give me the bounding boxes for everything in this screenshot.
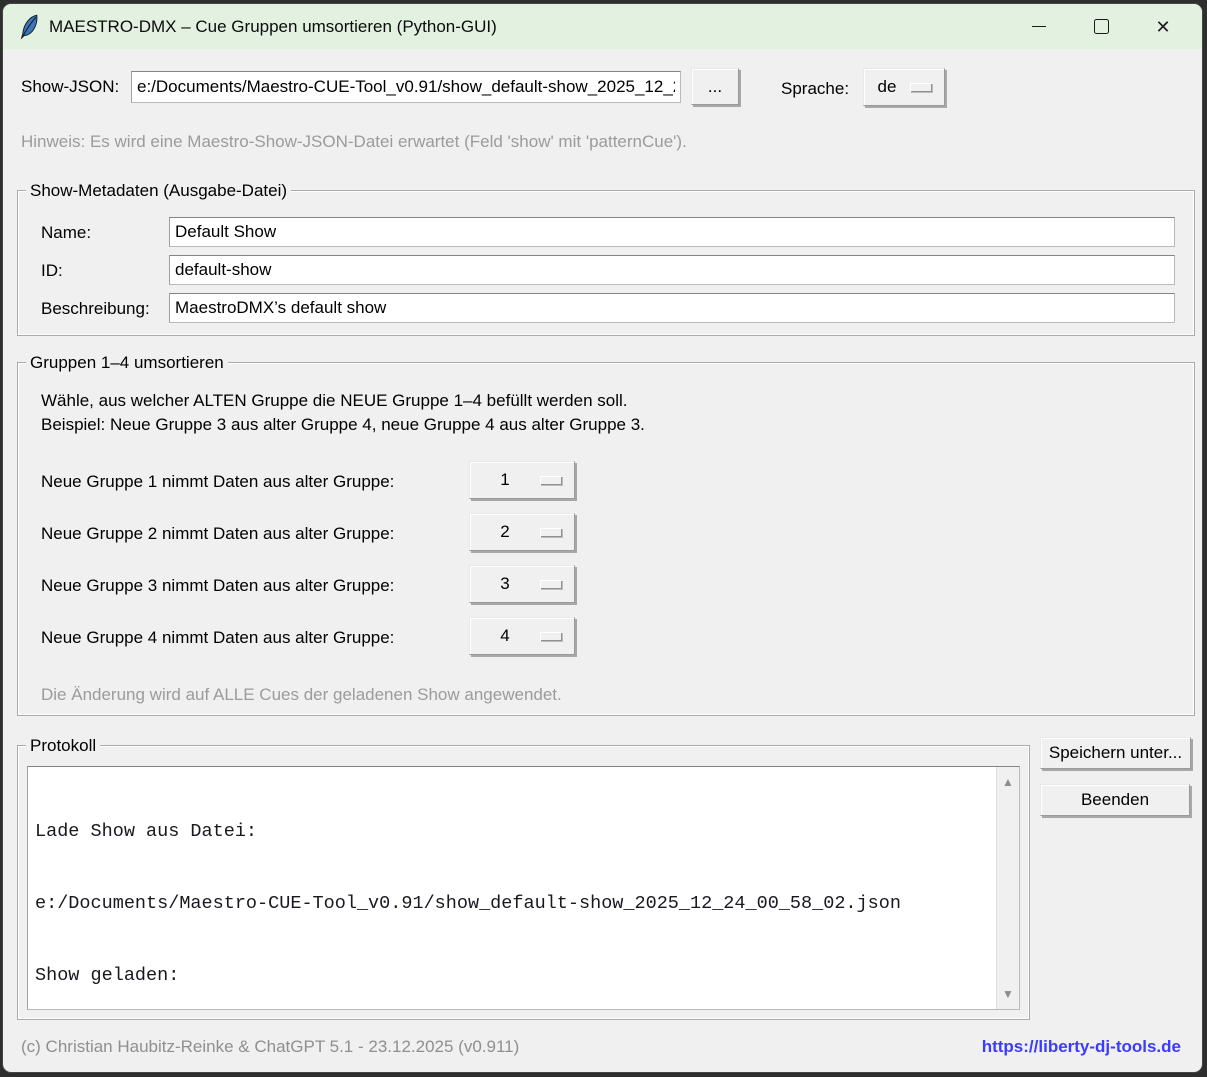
group-3-value: 3 <box>470 574 540 594</box>
maximize-button[interactable] <box>1070 4 1132 49</box>
log-line: Lade Show aus Datei: <box>35 820 989 844</box>
log-scrollbar[interactable]: ▲ ▼ <box>996 767 1019 1009</box>
log-lines: Lade Show aus Datei: e:/Documents/Maestr… <box>35 772 989 1010</box>
beschreibung-field[interactable] <box>169 293 1175 323</box>
dropdown-indicator-icon <box>540 476 562 485</box>
close-icon: ✕ <box>1155 18 1170 36</box>
language-value: de <box>864 77 910 97</box>
language-select[interactable]: de <box>863 68 945 106</box>
dropdown-indicator-icon <box>540 580 562 589</box>
maximize-icon <box>1094 19 1109 34</box>
minimize-button[interactable] <box>1008 4 1070 49</box>
quit-button[interactable]: Beenden <box>1040 784 1190 816</box>
close-button[interactable]: ✕ <box>1132 4 1194 49</box>
log-line: e:/Documents/Maestro-CUE-Tool_v0.91/show… <box>35 892 989 916</box>
group-row-1-label: Neue Gruppe 1 nimmt Daten aus alter Grup… <box>41 472 394 492</box>
window-title: MAESTRO-DMX – Cue Gruppen umsortieren (P… <box>49 17 497 37</box>
python-feather-icon <box>18 14 40 40</box>
minimize-icon <box>1032 26 1046 27</box>
beschreibung-label: Beschreibung: <box>41 299 150 319</box>
dropdown-indicator-icon <box>540 632 562 641</box>
dropdown-indicator-icon <box>540 528 562 537</box>
groups-group-title: Gruppen 1–4 umsortieren <box>26 353 228 373</box>
show-json-path-input[interactable] <box>131 71 681 103</box>
footer-link[interactable]: https://liberty-dj-tools.de <box>982 1037 1181 1057</box>
name-label: Name: <box>41 223 91 243</box>
scroll-up-icon[interactable]: ▲ <box>997 776 1019 788</box>
sprache-label: Sprache: <box>781 79 849 99</box>
metadata-group-title: Show-Metadaten (Ausgabe-Datei) <box>26 181 291 201</box>
protocol-group-title: Protokoll <box>26 736 100 756</box>
window-controls: ✕ <box>1008 4 1194 49</box>
log-area[interactable]: Lade Show aus Datei: e:/Documents/Maestr… <box>27 766 1020 1010</box>
group-1-value: 1 <box>470 470 540 490</box>
group-4-select[interactable]: 4 <box>469 617 575 655</box>
group-row-2-label: Neue Gruppe 2 nimmt Daten aus alter Grup… <box>41 524 394 544</box>
group-2-select[interactable]: 2 <box>469 513 575 551</box>
id-label: ID: <box>41 261 63 281</box>
dropdown-indicator-icon <box>910 83 932 92</box>
apply-note: Die Änderung wird auf ALLE Cues der gela… <box>41 685 562 705</box>
show-json-label: Show-JSON: <box>21 77 119 97</box>
group-1-select[interactable]: 1 <box>469 461 575 499</box>
group-4-value: 4 <box>470 626 540 646</box>
app-window: MAESTRO-DMX – Cue Gruppen umsortieren (P… <box>2 3 1203 1073</box>
group-2-value: 2 <box>470 522 540 542</box>
titlebar: MAESTRO-DMX – Cue Gruppen umsortieren (P… <box>3 4 1202 49</box>
browse-button[interactable]: ... <box>691 68 739 105</box>
instruction-line-1: Wähle, aus welcher ALTEN Gruppe die NEUE… <box>41 391 627 411</box>
log-line: Show geladen: <box>35 964 989 988</box>
instruction-line-2: Beispiel: Neue Gruppe 3 aus alter Gruppe… <box>41 415 645 435</box>
save-as-button[interactable]: Speichern unter... <box>1040 737 1191 769</box>
group-3-select[interactable]: 3 <box>469 565 575 603</box>
group-row-4-label: Neue Gruppe 4 nimmt Daten aus alter Grup… <box>41 628 394 648</box>
id-field[interactable] <box>169 255 1175 285</box>
hint-text: Hinweis: Es wird eine Maestro-Show-JSON-… <box>21 132 687 152</box>
name-field[interactable] <box>169 217 1175 247</box>
footer-copyright: (c) Christian Haubitz-Reinke & ChatGPT 5… <box>21 1037 519 1057</box>
scroll-down-icon[interactable]: ▼ <box>997 988 1019 1000</box>
group-row-3-label: Neue Gruppe 3 nimmt Daten aus alter Grup… <box>41 576 394 596</box>
